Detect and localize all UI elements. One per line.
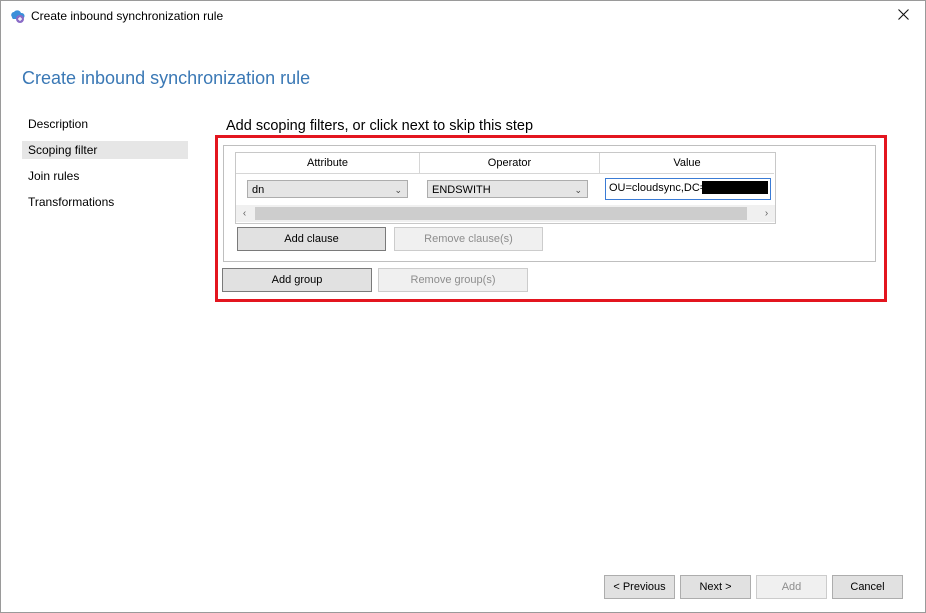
title-bar: Create inbound synchronization rule (1, 1, 925, 31)
remove-clause-button[interactable]: Remove clause(s) (394, 227, 543, 251)
step-title: Add scoping filters, or click next to sk… (226, 118, 534, 134)
nav-item-scoping-filter[interactable]: Scoping filter (22, 141, 188, 159)
next-button[interactable]: Next > (680, 575, 751, 599)
column-header-attribute[interactable]: Attribute (236, 153, 420, 174)
column-header-value[interactable]: Value (600, 153, 774, 174)
add-button[interactable]: Add (756, 575, 827, 599)
previous-button[interactable]: < Previous (604, 575, 675, 599)
grid-header: Attribute Operator Value (236, 153, 775, 174)
cancel-button[interactable]: Cancel (832, 575, 903, 599)
nav-item-join-rules[interactable]: Join rules (22, 167, 188, 185)
redaction-block (702, 181, 768, 194)
horizontal-scrollbar[interactable]: ‹ › (236, 205, 775, 222)
add-group-button[interactable]: Add group (222, 268, 372, 292)
nav-item-transformations[interactable]: Transformations (22, 193, 188, 211)
chevron-down-icon: ⌄ (574, 185, 582, 195)
scroll-thumb[interactable] (255, 207, 747, 220)
page-heading: Create inbound synchronization rule (22, 68, 311, 88)
attribute-value: dn (252, 184, 265, 196)
chevron-down-icon: ⌄ (394, 185, 402, 195)
close-icon (897, 7, 909, 25)
nav-item-description[interactable]: Description (22, 115, 188, 133)
sync-app-icon (9, 8, 25, 24)
column-header-operator[interactable]: Operator (420, 153, 600, 174)
clause-grid: Attribute Operator Value dn ⌄ ENDSWITH ⌄… (235, 152, 776, 224)
add-clause-button[interactable]: Add clause (237, 227, 386, 251)
value-input[interactable]: OU=cloudsync,DC= (605, 178, 771, 200)
close-button[interactable] (881, 1, 925, 31)
scroll-right-button[interactable]: › (758, 205, 775, 222)
value-text: OU=cloudsync,DC= (609, 182, 707, 194)
remove-group-button[interactable]: Remove group(s) (378, 268, 528, 292)
operator-value: ENDSWITH (432, 184, 491, 196)
dialog-window: Create inbound synchronization rule Crea… (0, 0, 926, 613)
wizard-nav: Description Scoping filter Join rules Tr… (22, 115, 188, 219)
attribute-dropdown[interactable]: dn ⌄ (247, 180, 408, 198)
window-title: Create inbound synchronization rule (31, 9, 224, 23)
operator-dropdown[interactable]: ENDSWITH ⌄ (427, 180, 588, 198)
scroll-left-button[interactable]: ‹ (236, 205, 253, 222)
